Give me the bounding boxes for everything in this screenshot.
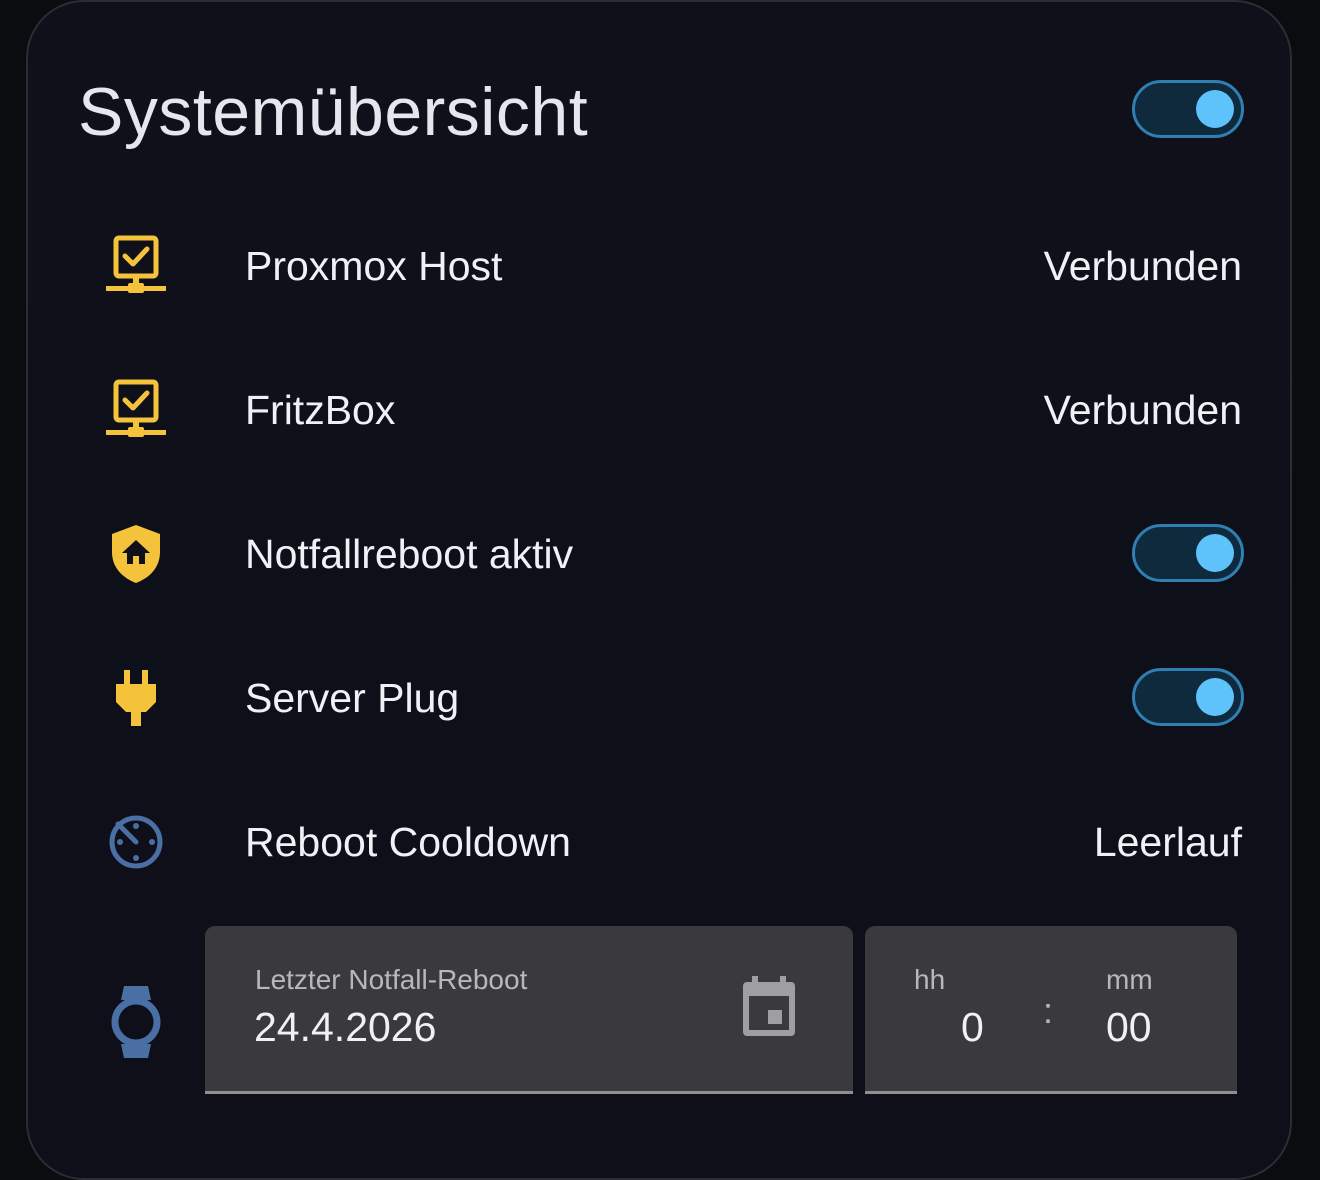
lan-check-icon — [104, 378, 168, 442]
minutes-label: mm — [1106, 964, 1153, 995]
time-field-underline — [865, 1091, 1237, 1094]
row-label-notfallreboot: Notfallreboot aktiv — [245, 531, 574, 577]
minutes-value[interactable]: 00 — [1106, 1004, 1152, 1051]
power-plug-icon — [104, 666, 168, 730]
toggle-knob — [1196, 534, 1234, 572]
row-label-fritzbox: FritzBox — [245, 387, 396, 433]
card-title: Systemübersicht — [78, 74, 589, 150]
time-field[interactable]: hh 0 : mm 00 — [865, 926, 1237, 1094]
date-field-label: Letzter Notfall-Reboot — [255, 964, 528, 995]
notfallreboot-toggle[interactable] — [1132, 524, 1244, 582]
date-field-underline — [205, 1091, 853, 1094]
row-label-reboot-cooldown: Reboot Cooldown — [245, 819, 571, 865]
server-plug-toggle[interactable] — [1132, 668, 1244, 726]
timer-off-icon — [104, 810, 168, 874]
lan-check-icon — [104, 234, 168, 298]
date-field[interactable]: Letzter Notfall-Reboot 24.4.2026 — [205, 926, 853, 1094]
row-value-fritzbox: Verbunden — [1043, 387, 1242, 433]
row-label-server-plug: Server Plug — [245, 675, 460, 721]
master-toggle[interactable] — [1132, 80, 1244, 138]
shield-home-icon — [104, 522, 168, 586]
hours-label: hh — [914, 964, 946, 995]
row-value-proxmox-host: Verbunden — [1043, 243, 1242, 289]
toggle-knob — [1196, 678, 1234, 716]
system-overview-card: Systemübersicht Proxmox Host Verbunden F… — [26, 0, 1292, 1180]
row-value-reboot-cooldown: Leerlauf — [1093, 819, 1242, 865]
calendar-icon[interactable] — [740, 976, 798, 1038]
date-field-value: 24.4.2026 — [254, 1004, 437, 1050]
hours-value[interactable]: 0 — [961, 1004, 984, 1051]
watch-icon — [104, 986, 168, 1058]
row-label-proxmox-host: Proxmox Host — [245, 243, 503, 289]
toggle-knob — [1196, 90, 1234, 128]
time-separator: : — [1043, 990, 1054, 1031]
